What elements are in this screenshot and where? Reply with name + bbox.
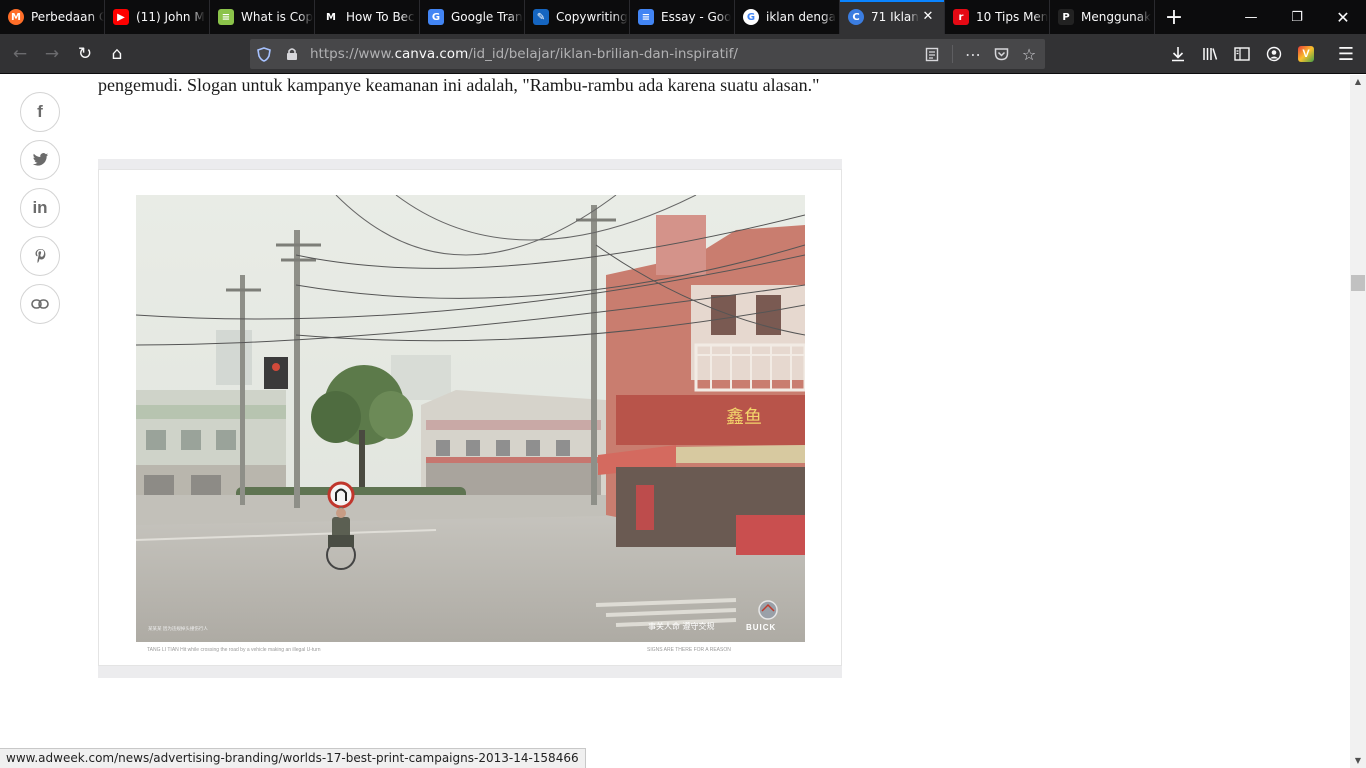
article-paragraph: pengemudi. Slogan untuk kampanye keamana… bbox=[98, 75, 820, 95]
copy-link-icon[interactable] bbox=[20, 284, 60, 324]
forward-button[interactable]: → bbox=[38, 40, 66, 68]
pocket-icon[interactable] bbox=[991, 44, 1011, 64]
tab-favicon-icon: ▶ bbox=[113, 9, 129, 25]
tab-title: How To Bec bbox=[346, 10, 415, 24]
tab-strip: M Perbedaan C ▶ (11) John M ≡ What is Cop M How… bbox=[0, 0, 1366, 34]
browser-tab[interactable]: ✎ Copywriting bbox=[525, 0, 630, 34]
tab-title: Menggunak bbox=[1081, 10, 1152, 24]
shield-icon[interactable] bbox=[254, 44, 274, 64]
svg-text:某某某 因为违规掉头撞伤行人: 某某某 因为违规掉头撞伤行人 bbox=[148, 625, 208, 632]
tab-favicon-icon: G bbox=[428, 9, 444, 25]
browser-tab[interactable]: M Perbedaan C bbox=[0, 0, 105, 34]
tab-favicon-icon: ✎ bbox=[533, 9, 549, 25]
tab-favicon-icon: ≡ bbox=[638, 9, 654, 25]
bookmark-star-icon[interactable]: ☆ bbox=[1019, 44, 1039, 64]
ad-caption-left: TANG LI TIAN Hit while crossing the road… bbox=[147, 647, 321, 653]
scroll-up-arrow-icon[interactable]: ▲ bbox=[1350, 75, 1366, 89]
url-text[interactable]: https://www.canva.com/id_id/belajar/ikla… bbox=[310, 46, 738, 62]
back-button[interactable]: ← bbox=[6, 40, 34, 68]
extension-v-icon[interactable]: V bbox=[1292, 40, 1320, 68]
ad-caption-right: SIGNS ARE THERE FOR A REASON bbox=[647, 647, 731, 653]
scrollbar-thumb[interactable] bbox=[1351, 275, 1365, 291]
tab-favicon-icon: M bbox=[323, 9, 339, 25]
lock-icon[interactable] bbox=[282, 44, 302, 64]
tab-title: iklan denga bbox=[766, 10, 836, 24]
library-icon[interactable] bbox=[1196, 40, 1224, 68]
restore-button[interactable]: ❐ bbox=[1274, 0, 1320, 34]
tab-title: Essay - Goo bbox=[661, 10, 732, 24]
advertisement-figure[interactable]: 鑫鱼 某某某 因为违规掉头撞伤行人 事关人命 遵守交规 BUICK TANG L… bbox=[98, 169, 842, 666]
tab-favicon-icon: C bbox=[848, 9, 864, 25]
svg-text:鑫鱼: 鑫鱼 bbox=[726, 407, 762, 428]
tab-favicon-icon: G bbox=[743, 9, 759, 25]
tab-favicon-icon: M bbox=[8, 9, 24, 25]
sidebar-icon[interactable] bbox=[1228, 40, 1256, 68]
tab-title: Google Tran bbox=[451, 10, 523, 24]
hamburger-menu-icon[interactable]: ☰ bbox=[1332, 40, 1360, 68]
more-actions-icon[interactable]: ⋯ bbox=[963, 44, 983, 64]
browser-tab[interactable]: C 71 Iklan ✕ bbox=[840, 0, 945, 34]
twitter-share-icon[interactable] bbox=[20, 140, 60, 180]
tab-title: Perbedaan C bbox=[31, 10, 104, 24]
pinterest-share-icon[interactable] bbox=[20, 236, 60, 276]
buick-ad-photo[interactable]: 鑫鱼 某某某 因为违规掉头撞伤行人 事关人命 遵守交规 BUICK bbox=[136, 195, 805, 642]
tab-title: What is Cop bbox=[241, 10, 314, 24]
browser-tab[interactable]: ≡ What is Cop bbox=[210, 0, 315, 34]
home-button[interactable]: ⌂ bbox=[103, 40, 131, 68]
browser-tab[interactable]: ▶ (11) John M bbox=[105, 0, 210, 34]
tab-title: (11) John M bbox=[136, 10, 205, 24]
close-tab-icon[interactable]: ✕ bbox=[920, 9, 936, 25]
svg-text:事关人命 遵守交规: 事关人命 遵守交规 bbox=[648, 621, 715, 631]
figure-frame-top bbox=[98, 159, 842, 169]
browser-tab[interactable]: Giklan denga bbox=[735, 0, 840, 34]
tab-title: 71 Iklan bbox=[871, 10, 919, 24]
reader-view-icon[interactable] bbox=[922, 44, 942, 64]
facebook-share-icon[interactable]: f bbox=[20, 92, 60, 132]
url-bar[interactable]: https://www.canva.com/id_id/belajar/ikla… bbox=[250, 39, 1045, 69]
browser-tab[interactable]: M How To Bec bbox=[315, 0, 420, 34]
browser-tab[interactable]: P Menggunak bbox=[1050, 0, 1155, 34]
scroll-down-arrow-icon[interactable]: ▼ bbox=[1350, 754, 1366, 768]
tab-favicon-icon: ≡ bbox=[218, 9, 234, 25]
tab-title: 10 Tips Men bbox=[976, 10, 1049, 24]
url-divider bbox=[952, 45, 953, 63]
download-icon[interactable] bbox=[1164, 40, 1192, 68]
browser-tab[interactable]: G Google Tran bbox=[420, 0, 525, 34]
link-status-bar: www.adweek.com/news/advertising-branding… bbox=[0, 748, 586, 768]
web-page: pengemudi. Slogan untuk kampanye keamana… bbox=[0, 75, 1350, 768]
close-window-button[interactable]: ✕ bbox=[1320, 0, 1366, 34]
browser-tab[interactable]: r 10 Tips Men bbox=[945, 0, 1050, 34]
svg-text:BUICK: BUICK bbox=[746, 623, 776, 632]
browser-tab[interactable]: ≡ Essay - Goo bbox=[630, 0, 735, 34]
tab-title: Copywriting bbox=[556, 10, 628, 24]
new-tab-button[interactable]: + bbox=[1157, 0, 1191, 34]
navigation-toolbar: ← → ↻ ⌂ https://www.canva.com/id_id/bela… bbox=[0, 34, 1366, 74]
reload-button[interactable]: ↻ bbox=[71, 40, 99, 68]
linkedin-share-icon[interactable]: in bbox=[20, 188, 60, 228]
tab-favicon-icon: r bbox=[953, 9, 969, 25]
page-scrollbar[interactable] bbox=[1350, 75, 1366, 768]
figure-frame-bottom bbox=[98, 666, 842, 678]
tab-favicon-icon: P bbox=[1058, 9, 1074, 25]
account-icon[interactable] bbox=[1260, 40, 1288, 68]
minimize-button[interactable]: — bbox=[1228, 0, 1274, 34]
